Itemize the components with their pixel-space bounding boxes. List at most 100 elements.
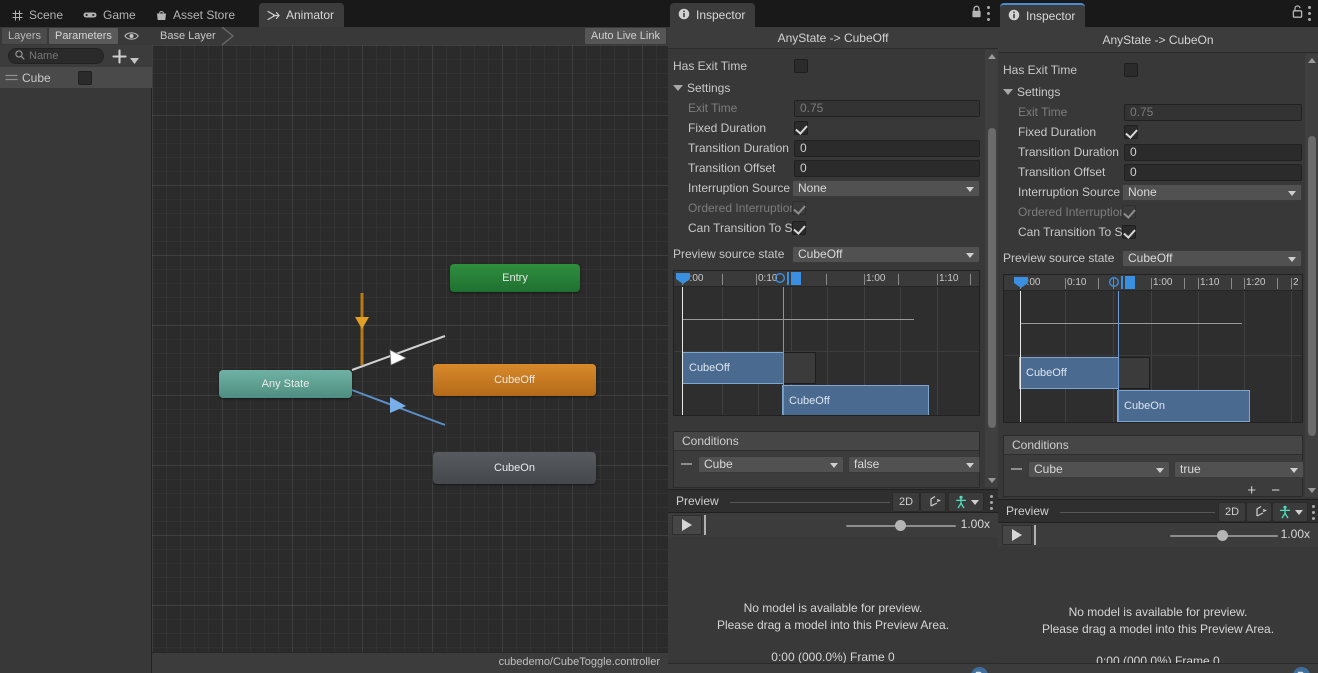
graph-node-cubeon[interactable]: CubeOn — [433, 452, 596, 484]
row-fixed-duration[interactable]: Fixed Duration — [668, 118, 988, 138]
transition-timeline[interactable]: 0:00 0:10 1:00 1:10 1:20 2 CubeOff CubeO… — [1003, 274, 1303, 423]
timeline-playhead[interactable] — [1020, 291, 1021, 422]
inspector-b-scrollbar[interactable] — [1305, 54, 1318, 497]
fixed-duration-checkbox[interactable] — [1124, 125, 1138, 139]
timeline-clip-source[interactable]: CubeOff — [682, 352, 784, 384]
inspector-a-scroll-thumb[interactable] — [988, 128, 996, 428]
row-has-exit-time[interactable]: Has Exit Time — [998, 60, 1308, 80]
row-interruption-source[interactable]: Interruption Source None — [668, 178, 988, 198]
playback-scrubber[interactable] — [1034, 525, 1036, 545]
speed-slider-knob[interactable] — [1217, 530, 1228, 541]
avatar-icon[interactable] — [1272, 502, 1308, 522]
row-preview-source-state[interactable]: Preview source state CubeOff — [998, 248, 1318, 268]
kebab-menu-icon[interactable] — [987, 5, 990, 21]
auto-live-link-button[interactable]: Auto Live Link — [584, 28, 666, 44]
lock-closed-icon[interactable] — [971, 5, 982, 21]
row-can-transition-to-self[interactable]: Can Transition To Self — [668, 218, 988, 238]
graph-node-any-state[interactable]: Any State — [219, 370, 352, 398]
pivot-icon[interactable] — [920, 492, 946, 512]
tab-parameters[interactable]: Parameters — [49, 28, 118, 44]
condition-parameter-dropdown[interactable]: Cube — [698, 455, 844, 473]
interruption-source-dropdown[interactable]: None — [792, 179, 980, 197]
timeline-clip-source[interactable]: CubeOff — [1019, 357, 1119, 389]
transition-duration-field[interactable]: 0 — [794, 139, 980, 157]
add-condition-button[interactable]: + — [1247, 483, 1256, 498]
inspector-a-tab[interactable]: Inspector — [670, 3, 756, 27]
transition-handles-icon[interactable] — [1108, 276, 1138, 292]
row-transition-duration[interactable]: Transition Duration 0 — [998, 142, 1318, 162]
playback-scrubber[interactable] — [704, 515, 706, 535]
timeline-ruler[interactable]: 0:00 0:10 1:00 1:10 1:20 2: — [674, 271, 979, 287]
speed-slider-knob[interactable] — [895, 520, 906, 531]
avatar-icon[interactable] — [948, 492, 984, 512]
graph-node-entry[interactable]: Entry — [450, 264, 580, 292]
row-transition-duration[interactable]: Transition Duration 0 — [668, 138, 988, 158]
row-preview-source-state[interactable]: Preview source state CubeOff — [668, 244, 988, 264]
row-fixed-duration[interactable]: Fixed Duration — [998, 122, 1318, 142]
graph-node-cubeoff[interactable]: CubeOff — [433, 364, 596, 396]
transition-offset-field[interactable]: 0 — [794, 159, 980, 177]
transition-offset-field[interactable]: 0 — [1124, 163, 1302, 181]
timeline-clip-destination[interactable]: CubeOff — [782, 385, 929, 415]
play-button[interactable] — [1002, 525, 1032, 545]
kebab-menu-icon[interactable] — [1312, 505, 1315, 520]
preview-2d-button[interactable]: 2D — [1218, 502, 1246, 522]
preview-area[interactable]: No model is available for preview. Pleas… — [998, 547, 1318, 668]
row-can-transition-to-self[interactable]: Can Transition To Self — [998, 222, 1318, 242]
parameter-value-checkbox[interactable] — [78, 71, 92, 85]
fixed-duration-checkbox[interactable] — [794, 121, 808, 135]
eye-icon[interactable] — [120, 28, 144, 44]
preview-area[interactable]: No model is available for preview. Pleas… — [668, 537, 998, 664]
timeline-transition-marker[interactable] — [783, 287, 784, 415]
row-interruption-source[interactable]: Interruption Source None — [998, 182, 1318, 202]
tab-animator[interactable]: Animator — [259, 3, 345, 27]
timeline-transition-marker[interactable] — [1118, 291, 1119, 422]
kebab-menu-icon[interactable] — [1308, 5, 1311, 21]
drag-handle-icon[interactable] — [0, 74, 22, 81]
settings-foldout[interactable]: Settings — [673, 78, 730, 98]
tag-icon[interactable] — [971, 667, 988, 673]
row-has-exit-time[interactable]: Has Exit Time — [668, 56, 978, 76]
timeline-playhead[interactable] — [682, 287, 683, 415]
condition-row[interactable]: Cube false — [674, 454, 980, 474]
tab-scene[interactable]: Scene — [4, 3, 73, 27]
playhead-marker-icon[interactable] — [1013, 276, 1028, 288]
remove-condition-button[interactable]: − — [1271, 483, 1280, 498]
add-parameter-dropdown-icon[interactable] — [130, 53, 139, 67]
condition-drag-handle-icon[interactable] — [1011, 468, 1022, 470]
animator-graph-canvas[interactable]: Entry CubeOff Any State CubeOn — [152, 45, 668, 652]
has-exit-time-checkbox[interactable] — [794, 59, 808, 73]
pivot-icon[interactable] — [1246, 502, 1272, 522]
kebab-menu-icon[interactable] — [990, 495, 993, 510]
can-transition-to-self-checkbox[interactable] — [792, 221, 806, 235]
timeline-body[interactable]: CubeOff CubeOff — [674, 287, 979, 415]
transition-timeline[interactable]: 0:00 0:10 1:00 1:10 1:20 2: — [673, 270, 980, 416]
row-transition-offset[interactable]: Transition Offset 0 — [998, 162, 1318, 182]
has-exit-time-checkbox[interactable] — [1124, 63, 1138, 77]
condition-row[interactable]: Cube true — [1004, 459, 1304, 479]
search-input[interactable]: Name — [8, 48, 104, 64]
inspector-b-tab[interactable]: Inspector — [1000, 3, 1086, 27]
tag-icon[interactable] — [1293, 667, 1310, 673]
preview-source-state-dropdown[interactable]: CubeOff — [792, 245, 980, 263]
condition-parameter-dropdown[interactable]: Cube — [1028, 460, 1170, 478]
timeline-clip-destination[interactable]: CubeOn — [1117, 390, 1250, 422]
tab-game[interactable]: Game — [75, 3, 146, 27]
settings-foldout[interactable]: Settings — [1003, 82, 1060, 102]
inspector-b-scroll-thumb[interactable] — [1308, 136, 1316, 436]
playhead-marker-icon[interactable] — [675, 272, 690, 284]
row-transition-offset[interactable]: Transition Offset 0 — [668, 158, 988, 178]
tab-asset-store[interactable]: Asset Store — [148, 3, 245, 27]
tab-layers[interactable]: Layers — [2, 28, 48, 44]
transition-duration-field[interactable]: 0 — [1124, 143, 1302, 161]
condition-value-dropdown[interactable]: false — [848, 455, 980, 473]
parameter-row-cube[interactable]: Cube — [0, 67, 152, 88]
preview-source-state-dropdown[interactable]: CubeOff — [1122, 249, 1302, 267]
interruption-source-dropdown[interactable]: None — [1122, 183, 1302, 201]
preview-2d-button[interactable]: 2D — [892, 492, 920, 512]
condition-value-dropdown[interactable]: true — [1174, 460, 1304, 478]
condition-drag-handle-icon[interactable] — [681, 463, 692, 465]
timeline-ruler[interactable]: 0:00 0:10 1:00 1:10 1:20 2 — [1004, 275, 1302, 291]
breadcrumb-base-layer[interactable]: Base Layer — [160, 28, 216, 44]
lock-open-icon[interactable] — [1292, 5, 1303, 21]
